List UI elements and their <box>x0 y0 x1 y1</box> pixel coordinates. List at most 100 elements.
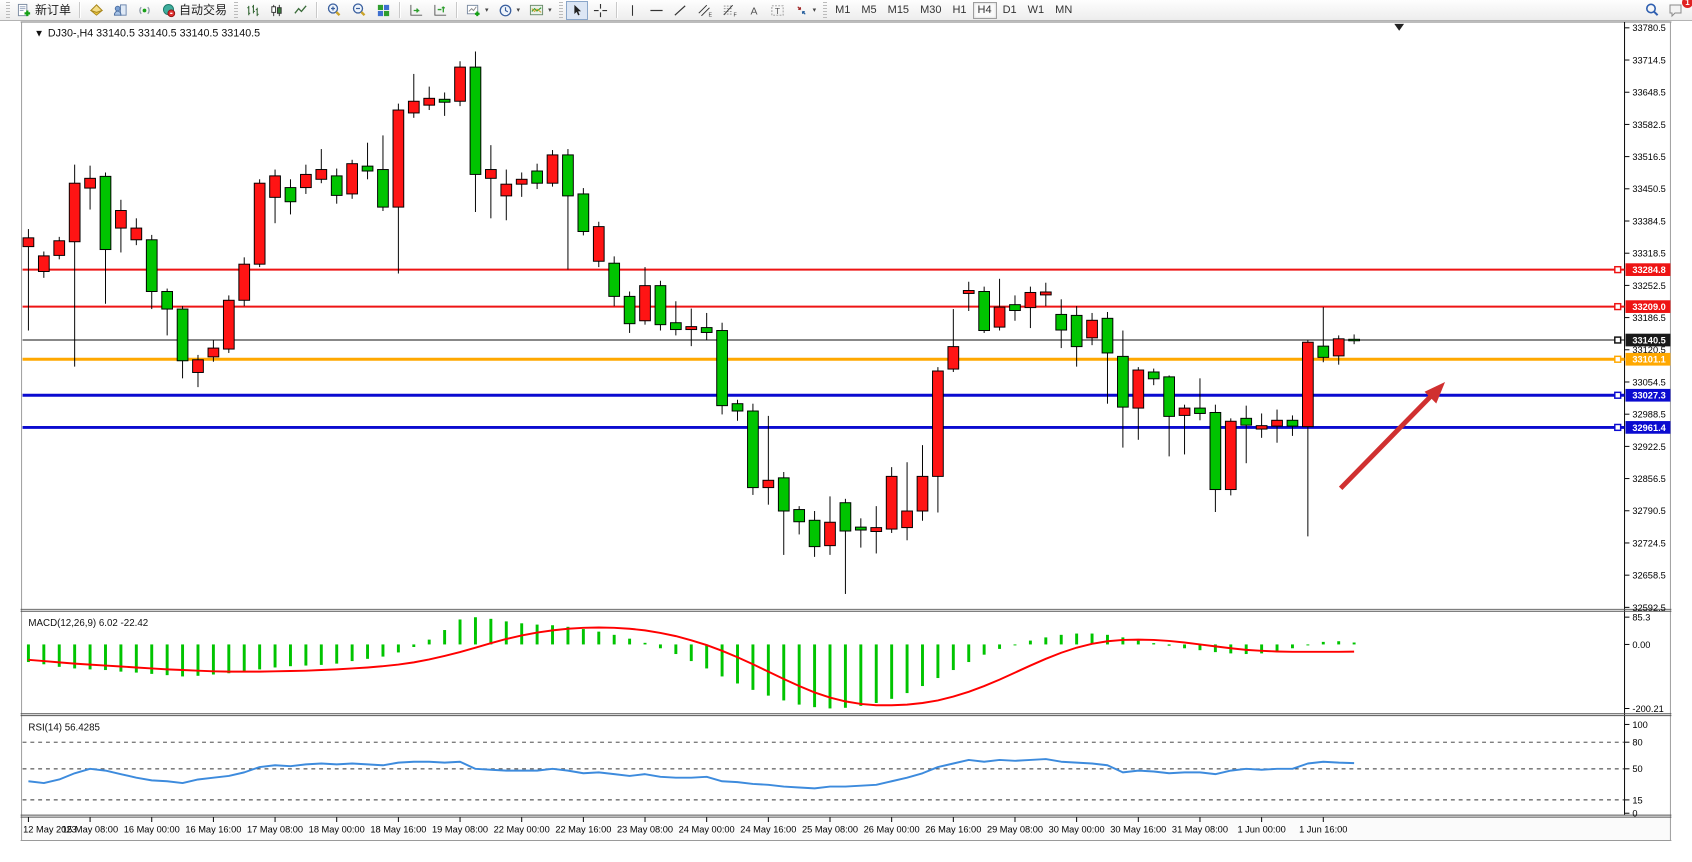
candlestick <box>1225 421 1236 489</box>
price-axis-label: 32658.5 <box>1632 571 1665 581</box>
macd-histogram-bar <box>906 644 909 693</box>
level-line-handle[interactable] <box>1615 337 1621 343</box>
market-watch-icon <box>89 3 104 18</box>
tile-windows-button[interactable] <box>372 1 395 20</box>
candlestick <box>886 476 897 529</box>
bar-chart-button[interactable] <box>241 1 264 20</box>
line-chart-icon <box>293 3 308 18</box>
candlestick <box>347 164 358 194</box>
autotrading-label: 自动交易 <box>179 1 227 20</box>
indicators-button[interactable]: ▾ <box>462 1 493 20</box>
macd-histogram-bar <box>551 625 554 644</box>
macd-histogram-bar <box>613 635 616 645</box>
arrows-tool-button[interactable]: ▾ <box>790 1 821 20</box>
time-axis-label: 29 May 08:00 <box>987 825 1043 835</box>
text-label-button[interactable]: T <box>766 1 789 20</box>
macd-histogram-bar <box>212 644 215 674</box>
candlestick <box>1025 292 1036 307</box>
level-line-handle[interactable] <box>1615 392 1621 398</box>
macd-histogram-bar <box>274 644 277 667</box>
templates-button[interactable]: ▾ <box>525 1 556 20</box>
toolbar-grip <box>823 2 827 18</box>
timeframe-M30[interactable]: M30 <box>915 2 946 19</box>
macd-histogram-bar <box>1337 641 1340 644</box>
candlestick <box>532 171 543 183</box>
level-line-handle[interactable] <box>1615 424 1621 430</box>
candlestick <box>1118 356 1129 407</box>
equidistant-channel-button[interactable]: E <box>693 1 717 20</box>
macd-histogram-bar <box>967 644 970 662</box>
macd-histogram-bar <box>181 644 184 676</box>
trendline-button[interactable] <box>669 1 692 20</box>
periods-button[interactable]: ▾ <box>494 1 525 20</box>
autotrading-button[interactable]: 自动交易 <box>157 1 231 20</box>
cursor-button[interactable] <box>566 1 588 20</box>
time-axis-label: 18 May 00:00 <box>309 825 365 835</box>
timeframe-H1[interactable]: H1 <box>947 2 971 19</box>
price-badge-label: 32961.4 <box>1632 423 1666 433</box>
time-axis-label: 23 May 08:00 <box>617 825 673 835</box>
auto-scroll-button[interactable] <box>405 1 428 20</box>
text-tool-button[interactable]: A <box>743 1 765 20</box>
level-line-handle[interactable] <box>1615 356 1621 362</box>
chart-background <box>21 22 1672 841</box>
macd-histogram-bar <box>1106 635 1109 645</box>
macd-histogram-bar <box>335 644 338 663</box>
new-order-button[interactable]: 新订单 <box>13 1 75 20</box>
chart-dropdown-icon[interactable]: ▼ <box>34 29 44 40</box>
zoom-in-button[interactable] <box>322 1 346 20</box>
candlestick <box>1071 315 1082 346</box>
candlestick <box>85 178 96 188</box>
candlestick <box>948 347 959 369</box>
macd-histogram-bar <box>505 621 508 644</box>
candlestick <box>902 511 913 528</box>
text-tool-icon: A <box>747 3 761 18</box>
timeframe-W1[interactable]: W1 <box>1023 2 1050 19</box>
fibonacci-button[interactable]: F <box>718 1 742 20</box>
candlestick <box>1333 339 1344 356</box>
macd-histogram-bar <box>227 644 230 673</box>
time-axis-label: 24 May 16:00 <box>740 825 796 835</box>
price-badge-label: 33209.0 <box>1632 302 1665 312</box>
macd-histogram-bar <box>459 619 462 644</box>
market-watch-button[interactable] <box>85 1 108 20</box>
candlestick <box>670 323 681 330</box>
time-axis-label: 16 May 16:00 <box>185 825 241 835</box>
macd-histogram-bar <box>952 644 955 670</box>
time-axis-label: 16 May 00:00 <box>124 825 180 835</box>
timeframe-M1[interactable]: M1 <box>830 2 855 19</box>
crosshair-icon <box>593 3 608 18</box>
zoom-out-button[interactable] <box>347 1 371 20</box>
data-window-button[interactable] <box>109 1 132 20</box>
signals-button[interactable] <box>133 1 156 20</box>
candlestick <box>748 411 759 488</box>
timeframe-D1[interactable]: D1 <box>998 2 1022 19</box>
vertical-line-button[interactable] <box>622 1 644 20</box>
rsi-axis-label: 15 <box>1632 795 1642 805</box>
level-line-handle[interactable] <box>1615 267 1621 273</box>
search-button[interactable] <box>1640 1 1664 20</box>
macd-histogram-bar <box>243 644 246 671</box>
crosshair-button[interactable] <box>589 1 612 20</box>
timeframe-H4[interactable]: H4 <box>973 2 997 19</box>
time-axis-label: 26 May 00:00 <box>864 825 920 835</box>
toolbar-separator <box>616 2 618 18</box>
horizontal-line-button[interactable] <box>645 1 668 20</box>
timeframe-MN[interactable]: MN <box>1050 2 1077 19</box>
notification-count-badge: 1 <box>1682 0 1692 8</box>
rsi-axis-label: 80 <box>1632 738 1642 748</box>
candlestick <box>933 371 944 476</box>
candlestick <box>593 227 604 262</box>
timeframe-M5[interactable]: M5 <box>856 2 881 19</box>
level-line-handle[interactable] <box>1615 304 1621 310</box>
macd-histogram-bar <box>351 644 354 661</box>
timeframe-M15[interactable]: M15 <box>883 2 914 19</box>
candlestick <box>963 291 974 294</box>
line-chart-button[interactable] <box>289 1 312 20</box>
chart-shift-button[interactable] <box>429 1 452 20</box>
candlestick-chart-button[interactable] <box>265 1 288 20</box>
price-axis-label: 33054.5 <box>1632 377 1665 387</box>
candlestick <box>69 183 80 242</box>
candlestick <box>1210 412 1221 489</box>
macd-histogram-bar <box>1137 641 1140 645</box>
